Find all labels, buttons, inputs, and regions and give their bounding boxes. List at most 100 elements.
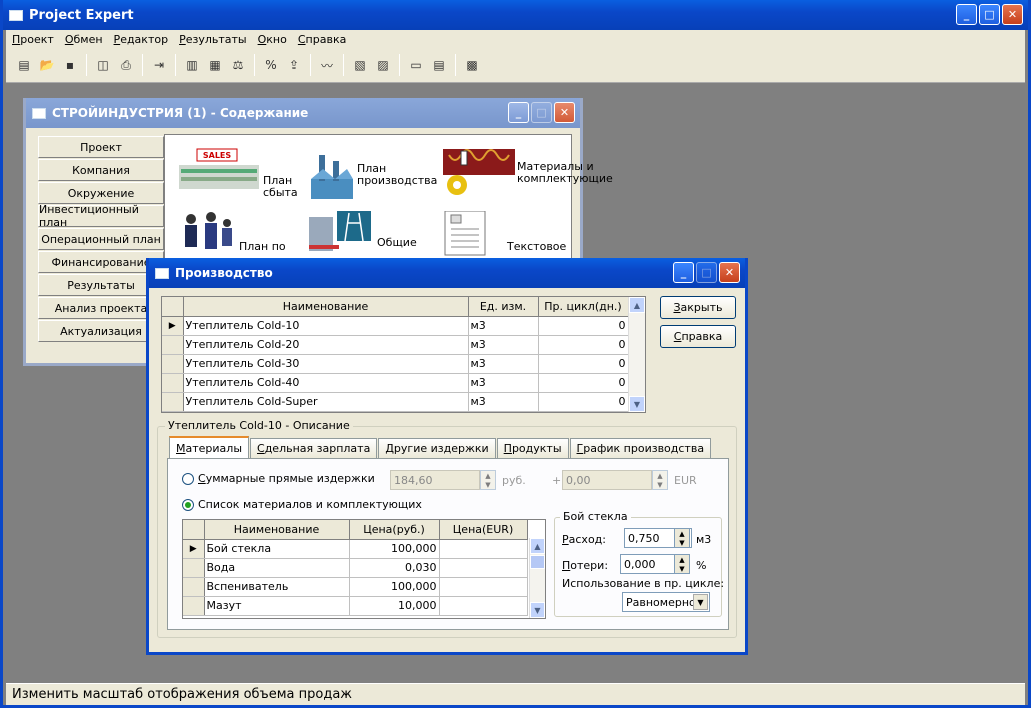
product-name[interactable]: Утеплитель Cold-40 bbox=[183, 373, 469, 393]
eur-costs-stepper[interactable]: ▲ ▼ bbox=[652, 470, 668, 490]
nav-item[interactable]: Инвестиционный план bbox=[38, 203, 164, 229]
nav-item[interactable]: Проект bbox=[38, 136, 164, 158]
product-unit[interactable]: м3 bbox=[468, 335, 539, 355]
material-name[interactable]: Вспениватель bbox=[204, 577, 350, 597]
cf-icon[interactable]: ▦ bbox=[205, 55, 225, 75]
loss-stepper[interactable]: ▲ ▼ bbox=[674, 554, 690, 574]
list-icon[interactable]: ▤ bbox=[429, 55, 449, 75]
menu-item[interactable]: Справка bbox=[298, 33, 346, 46]
product-cycle[interactable]: 0 bbox=[538, 392, 629, 412]
material-price-eur[interactable] bbox=[439, 596, 528, 616]
material-price-rub[interactable]: 0,030 bbox=[349, 558, 440, 578]
materials-link[interactable]: Материалы и комплектующие bbox=[443, 147, 613, 199]
tab[interactable]: Другие издержки bbox=[378, 438, 496, 458]
export-icon[interactable]: ⇪ bbox=[284, 55, 304, 75]
close-dialog-button[interactable]: Закрыть bbox=[660, 296, 736, 319]
column-header[interactable]: Цена(EUR) bbox=[439, 520, 528, 540]
table-row[interactable]: Утеплитель Cold-Super м3 0 bbox=[162, 392, 629, 412]
report-icon[interactable]: ▧ bbox=[350, 55, 370, 75]
table-row[interactable]: ▶ Утеплитель Cold-10 м3 0 bbox=[162, 316, 629, 336]
maximize-button[interactable]: □ bbox=[979, 4, 1000, 25]
nav-item[interactable]: Окружение bbox=[38, 182, 164, 204]
column-header[interactable]: Наименование bbox=[204, 520, 350, 540]
close-button[interactable]: ✕ bbox=[1002, 4, 1023, 25]
table-row[interactable]: Утеплитель Cold-40 м3 0 bbox=[162, 373, 629, 393]
print-icon[interactable]: ⎙ bbox=[116, 55, 136, 75]
menu-item[interactable]: Проект bbox=[12, 33, 54, 46]
product-unit[interactable]: м3 bbox=[468, 316, 539, 336]
scroll-up-arrow[interactable]: ▲ bbox=[530, 538, 545, 554]
open-icon[interactable]: 📂 bbox=[37, 55, 57, 75]
material-name[interactable]: Вода bbox=[204, 558, 350, 578]
materials-grid[interactable]: Наименование Цена(руб.) Цена(EUR) ▶ Бой с… bbox=[182, 519, 546, 619]
general-costs-link[interactable]: Общие bbox=[309, 211, 417, 257]
content-window-title-bar[interactable]: СТРОЙИНДУСТРИЯ (1) - Содержание _ □ ✕ bbox=[26, 98, 580, 128]
menu-item[interactable]: Результаты bbox=[179, 33, 247, 46]
dialog-title-bar[interactable]: Производство _ □ ✕ bbox=[149, 258, 745, 288]
tab[interactable]: Продукты bbox=[496, 438, 569, 458]
total-costs-radio[interactable]: Суммарные прямые издержки bbox=[182, 472, 375, 485]
new-icon[interactable]: ▤ bbox=[14, 55, 34, 75]
total-costs-stepper[interactable]: ▲ ▼ bbox=[480, 470, 496, 490]
material-price-eur[interactable] bbox=[439, 539, 528, 559]
text-description-link[interactable]: Текстовое bbox=[443, 211, 567, 257]
minimize-button[interactable]: _ bbox=[956, 4, 977, 25]
table-row[interactable]: Вода 0,030 bbox=[183, 558, 528, 578]
material-price-eur[interactable] bbox=[439, 577, 528, 597]
table-row[interactable]: Вспениватель 100,000 bbox=[183, 577, 528, 597]
product-unit[interactable]: м3 bbox=[468, 373, 539, 393]
maximize-button[interactable]: □ bbox=[531, 102, 552, 123]
nav-item[interactable]: Операционный план bbox=[38, 228, 164, 250]
product-name[interactable]: Утеплитель Cold-30 bbox=[183, 354, 469, 374]
material-name[interactable]: Мазут bbox=[204, 596, 350, 616]
menu-item[interactable]: Редактор bbox=[114, 33, 169, 46]
product-name[interactable]: Утеплитель Cold-Super bbox=[183, 392, 469, 412]
products-scrollbar[interactable]: ▲ ▼ bbox=[628, 297, 645, 412]
exit-icon[interactable]: ⇥ bbox=[149, 55, 169, 75]
close-button[interactable]: ✕ bbox=[554, 102, 575, 123]
product-cycle[interactable]: 0 bbox=[538, 354, 629, 374]
percent-icon[interactable]: % bbox=[261, 55, 281, 75]
balance-icon[interactable]: ⚖ bbox=[228, 55, 248, 75]
product-cycle[interactable]: 0 bbox=[538, 373, 629, 393]
table-icon[interactable]: ▭ bbox=[406, 55, 426, 75]
material-price-rub[interactable]: 10,000 bbox=[349, 596, 440, 616]
menu-item[interactable]: Окно bbox=[258, 33, 287, 46]
doc-icon[interactable]: ▨ bbox=[373, 55, 393, 75]
help-button[interactable]: Справка bbox=[660, 325, 736, 348]
column-header[interactable]: Наименование bbox=[183, 297, 469, 317]
materials-list-radio[interactable]: Список материалов и комплектующих bbox=[182, 498, 422, 511]
product-cycle[interactable]: 0 bbox=[538, 335, 629, 355]
total-costs-field[interactable]: 184,60 bbox=[390, 470, 480, 490]
table-row[interactable]: ▶ Бой стекла 100,000 bbox=[183, 539, 528, 559]
consumption-stepper[interactable]: ▲ ▼ bbox=[674, 528, 690, 548]
scroll-up-arrow[interactable]: ▲ bbox=[629, 297, 645, 313]
minimize-button[interactable]: _ bbox=[508, 102, 529, 123]
nav-item[interactable]: Компания bbox=[38, 159, 164, 181]
usage-select[interactable]: Равномерно ▼ bbox=[622, 592, 710, 612]
chart-icon[interactable]: 〰 bbox=[317, 55, 337, 75]
material-name[interactable]: Бой стекла bbox=[204, 539, 350, 559]
column-header[interactable]: Ед. изм. bbox=[468, 297, 539, 317]
scroll-down-arrow[interactable]: ▼ bbox=[629, 396, 645, 412]
eur-costs-field[interactable]: 0,00 bbox=[562, 470, 652, 490]
products-grid[interactable]: Наименование Ед. изм. Пр. цикл(дн.) ▶ Уте… bbox=[161, 296, 646, 413]
close-button[interactable]: ✕ bbox=[719, 262, 740, 283]
table-row[interactable]: Мазут 10,000 bbox=[183, 596, 528, 616]
calc-icon[interactable]: ▩ bbox=[462, 55, 482, 75]
cashflow-icon[interactable]: ▥ bbox=[182, 55, 202, 75]
column-header[interactable]: Цена(руб.) bbox=[349, 520, 440, 540]
menu-item[interactable]: Обмен bbox=[65, 33, 103, 46]
material-price-rub[interactable]: 100,000 bbox=[349, 577, 440, 597]
column-header[interactable]: Пр. цикл(дн.) bbox=[538, 297, 629, 317]
product-unit[interactable]: м3 bbox=[468, 354, 539, 374]
product-name[interactable]: Утеплитель Cold-20 bbox=[183, 335, 469, 355]
scroll-down-arrow[interactable]: ▼ bbox=[530, 602, 545, 618]
tab[interactable]: Материалы bbox=[169, 436, 250, 458]
product-cycle[interactable]: 0 bbox=[538, 316, 629, 336]
loss-field[interactable]: 0,000 bbox=[620, 554, 676, 574]
chevron-down-icon[interactable]: ▼ bbox=[693, 594, 708, 610]
save-icon[interactable]: ▪ bbox=[60, 55, 80, 75]
table-row[interactable]: Утеплитель Cold-20 м3 0 bbox=[162, 335, 629, 355]
preview-icon[interactable]: ◫ bbox=[93, 55, 113, 75]
